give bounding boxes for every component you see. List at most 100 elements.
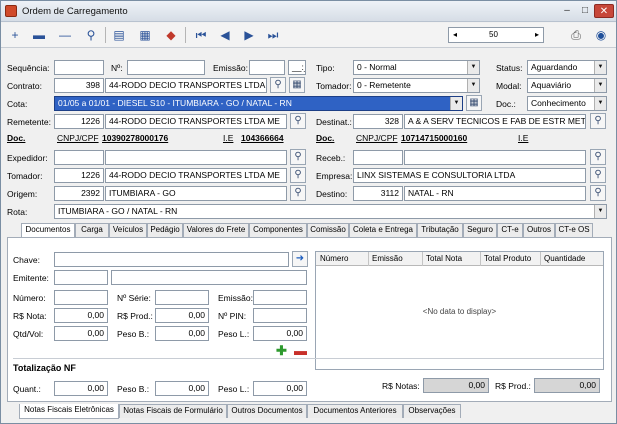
grid-col-quantidade[interactable]: Quantidade bbox=[544, 254, 585, 263]
emissao-doc-input[interactable] bbox=[253, 290, 307, 305]
tab-pedagio[interactable]: Pedágio bbox=[147, 223, 183, 237]
grid-col-numero[interactable]: Número bbox=[320, 254, 348, 263]
serie-input[interactable] bbox=[155, 290, 209, 305]
doc-select[interactable]: Conhecimento ▼ bbox=[527, 96, 607, 111]
save-button[interactable]: ▬ bbox=[29, 26, 49, 44]
quant-input[interactable]: 0,00 bbox=[54, 381, 108, 396]
receb-code-input[interactable] bbox=[353, 150, 403, 165]
tab-veiculos[interactable]: Veículos bbox=[109, 223, 147, 237]
rs-prod-input[interactable]: 0,00 bbox=[155, 308, 209, 323]
tab-cte[interactable]: CT-e bbox=[497, 223, 523, 237]
expedidor-search-button[interactable]: ⚲ bbox=[290, 149, 306, 165]
grid-col-total-nota[interactable]: Total Nota bbox=[426, 254, 462, 263]
rota-select[interactable]: ITUMBIARA - GO / NATAL - RN ▼ bbox=[54, 204, 607, 219]
remove-row-button[interactable]: ▬ bbox=[294, 343, 307, 358]
chave-input[interactable] bbox=[54, 252, 289, 267]
qtd-vol-input[interactable]: 0,00 bbox=[54, 326, 108, 341]
peso-l-input[interactable]: 0,00 bbox=[253, 326, 307, 341]
tomador-search-button[interactable]: ⚲ bbox=[290, 167, 306, 183]
prev-record-button[interactable]: ◀ bbox=[215, 26, 235, 44]
numero-doc-input[interactable] bbox=[54, 290, 108, 305]
globe-button[interactable]: ◉ bbox=[591, 26, 611, 44]
notas-grid[interactable]: Número Emissão Total Nota Total Produto … bbox=[315, 251, 604, 370]
add-button[interactable]: + bbox=[5, 26, 25, 44]
emitente-code-input[interactable] bbox=[54, 270, 108, 285]
emissao-date-input[interactable] bbox=[249, 60, 285, 75]
nav-left-icon[interactable]: ◂ bbox=[453, 30, 457, 39]
empresa-input[interactable]: LINX SISTEMAS E CONSULTORIA LTDA bbox=[353, 168, 586, 183]
tab-outros[interactable]: Outros bbox=[523, 223, 555, 237]
origem-search-button[interactable]: ⚲ bbox=[290, 185, 306, 201]
destino-name-input[interactable]: NATAL - RN bbox=[404, 186, 586, 201]
contrato-grid-button[interactable]: ▦ bbox=[289, 77, 305, 93]
eraser-button[interactable]: ◆ bbox=[161, 26, 181, 44]
status-select[interactable]: Aguardando ▼ bbox=[527, 60, 607, 75]
expedidor-code-input[interactable] bbox=[54, 150, 104, 165]
tab-tributacao[interactable]: Tributação bbox=[417, 223, 463, 237]
contrato-code-input[interactable]: 398 bbox=[54, 78, 104, 93]
tab-cte-os[interactable]: CT-e OS bbox=[555, 223, 593, 237]
tomador-select[interactable]: 0 - Remetente ▼ bbox=[353, 78, 480, 93]
destino-search-button[interactable]: ⚲ bbox=[590, 185, 606, 201]
tab-componentes[interactable]: Componentes bbox=[249, 223, 307, 237]
maximize-button[interactable]: □ bbox=[576, 4, 594, 18]
nav-right-icon[interactable]: ▸ bbox=[535, 30, 539, 39]
pin-input[interactable] bbox=[253, 308, 307, 323]
tab-documentos-anteriores[interactable]: Documentos Anteriores bbox=[307, 404, 403, 418]
page-navigator[interactable]: ◂ 50 ▸ bbox=[448, 27, 544, 43]
remetente-code-input[interactable]: 1226 bbox=[54, 114, 104, 129]
destinat-search-button[interactable]: ⚲ bbox=[590, 113, 606, 129]
print-button[interactable]: ⎙ bbox=[566, 26, 586, 44]
modal-select[interactable]: Aquaviário ▼ bbox=[527, 78, 607, 93]
tab-outros-documentos[interactable]: Outros Documentos bbox=[227, 404, 307, 418]
tab-comissao[interactable]: Comissão bbox=[307, 223, 349, 237]
emitente-name-input[interactable] bbox=[111, 270, 307, 285]
tab-observacoes[interactable]: Observações bbox=[403, 404, 461, 418]
empresa-search-button[interactable]: ⚲ bbox=[590, 167, 606, 183]
sequencia-input[interactable] bbox=[54, 60, 104, 75]
destino-code-input[interactable]: 3112 bbox=[353, 186, 403, 201]
tab-seguro[interactable]: Seguro bbox=[463, 223, 497, 237]
remetente-search-button[interactable]: ⚲ bbox=[290, 113, 306, 129]
destinat-code-input[interactable]: 328 bbox=[353, 114, 403, 129]
origem-code-input[interactable]: 2392 bbox=[54, 186, 104, 201]
tab-documentos[interactable]: Documentos bbox=[21, 223, 75, 238]
tomador-name-input[interactable]: 44-RODO DECIO TRANSPORTES LTDA ME bbox=[105, 168, 287, 183]
contrato-name-input[interactable]: 44-RODO DECIO TRANSPORTES LTDA ME bbox=[105, 78, 267, 93]
contrato-search-button[interactable]: ⚲ bbox=[270, 77, 286, 93]
next-record-button[interactable]: ▶ bbox=[239, 26, 259, 44]
first-record-button[interactable]: ⏮ bbox=[191, 26, 211, 44]
tab-notas-eletronicas[interactable]: Notas Fiscais Eletrônicas bbox=[19, 404, 119, 419]
calculator-button[interactable]: ▤ bbox=[109, 26, 129, 44]
tot-peso-l-input[interactable]: 0,00 bbox=[253, 381, 307, 396]
grid-col-emissao[interactable]: Emissão bbox=[372, 254, 403, 263]
receb-search-button[interactable]: ⚲ bbox=[590, 149, 606, 165]
numero-input[interactable] bbox=[127, 60, 205, 75]
tab-coleta-entrega[interactable]: Coleta e Entrega bbox=[349, 223, 417, 237]
peso-b-input[interactable]: 0,00 bbox=[155, 326, 209, 341]
grid-button[interactable]: ▦ bbox=[135, 26, 155, 44]
search-button[interactable]: ⚲ bbox=[81, 26, 101, 44]
last-record-button[interactable]: ⏭ bbox=[263, 26, 283, 44]
minimize-button[interactable]: – bbox=[558, 4, 576, 18]
tab-carga[interactable]: Carga bbox=[75, 223, 109, 237]
tipo-select[interactable]: 0 - Normal ▼ bbox=[353, 60, 480, 75]
origem-name-input[interactable]: ITUMBIARA - GO bbox=[105, 186, 287, 201]
expedidor-name-input[interactable] bbox=[105, 150, 287, 165]
tab-valores-frete[interactable]: Valores do Frete bbox=[183, 223, 249, 237]
chave-go-button[interactable]: ➜ bbox=[292, 251, 308, 267]
emissao-time-input[interactable]: __:__ bbox=[288, 60, 306, 75]
cota-select[interactable]: 01/05 a 01/01 - DIESEL S10 - ITUMBIARA -… bbox=[54, 96, 463, 111]
receb-name-input[interactable] bbox=[404, 150, 586, 165]
close-button[interactable]: ✕ bbox=[594, 4, 614, 18]
tab-notas-formulario[interactable]: Notas Fiscais de Formulário bbox=[119, 404, 227, 418]
tomador-code-input[interactable]: 1226 bbox=[54, 168, 104, 183]
destinat-name-input[interactable]: A & A SERV TECNICOS E FAB DE ESTR MET LT bbox=[404, 114, 586, 129]
tot-peso-b-input[interactable]: 0,00 bbox=[155, 381, 209, 396]
add-row-button[interactable]: ✚ bbox=[276, 343, 287, 359]
delete-button[interactable]: — bbox=[55, 26, 75, 44]
remetente-name-input[interactable]: 44-RODO DECIO TRANSPORTES LTDA ME bbox=[105, 114, 287, 129]
rs-nota-input[interactable]: 0,00 bbox=[54, 308, 108, 323]
grid-col-total-produto[interactable]: Total Produto bbox=[484, 254, 531, 263]
cota-grid-button[interactable]: ▦ bbox=[466, 95, 482, 111]
